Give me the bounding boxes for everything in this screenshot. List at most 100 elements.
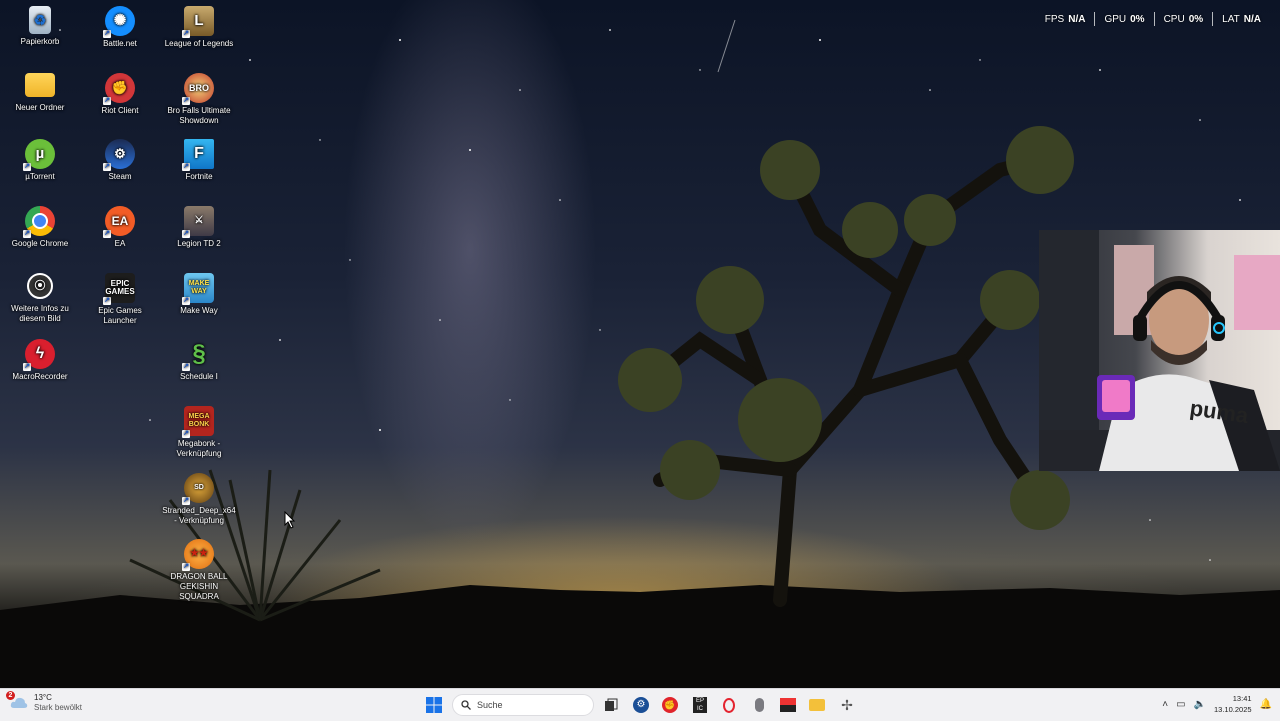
clock[interactable]: 13:41 13.10.2025 xyxy=(1214,693,1252,715)
dragon-ball-icon: ★★ ↗ xyxy=(182,539,214,571)
task-view-button[interactable] xyxy=(600,694,622,716)
desktop-icon-label: Battle.net xyxy=(103,39,137,48)
volume-icon[interactable]: 🔈 xyxy=(1194,699,1206,710)
desktop-icon-papierkorb[interactable]: ♻ Papierkorb xyxy=(1,6,79,47)
make-way-icon: MAKE WAY ↗ xyxy=(182,273,214,305)
search-box[interactable]: Suche xyxy=(452,694,594,716)
desktop-icon-label: Weitere Infos zu diesem Bild xyxy=(11,304,69,323)
clock-date: 13.10.2025 xyxy=(1214,705,1252,714)
taskbar-opera-gx[interactable] xyxy=(718,694,740,716)
fps-label: FPS xyxy=(1044,13,1065,25)
taskbar-steam[interactable]: ⚙ xyxy=(630,694,652,716)
taskbar: 2 13°C Stark bewölkt Suche ⚙ ✊ EP IC ✢ ˄… xyxy=(0,688,1280,721)
weather-widget[interactable]: 2 13°C Stark bewölkt xyxy=(6,691,82,713)
desktop-icon-neuer-ordner[interactable]: Neuer Ordner xyxy=(1,73,79,113)
desktop-icon-dragon-ball[interactable]: ★★ ↗ DRAGON BALL GEKISHIN SQUADRA xyxy=(160,539,238,602)
taskbar-fan-app[interactable]: ✢ xyxy=(836,694,858,716)
desktop-icon-battlenet[interactable]: ✺ ↗ Battle.net xyxy=(81,6,159,49)
desktop-icon-label: Riot Client xyxy=(101,106,139,115)
desktop-icon-label: Epic Games Launcher xyxy=(98,306,142,325)
search-icon xyxy=(461,700,471,710)
clock-time: 13:41 xyxy=(1232,694,1252,703)
desktop-icon-label: DRAGON BALL GEKISHIN SQUADRA xyxy=(170,572,228,601)
webcam-overlay: puma xyxy=(1039,230,1280,471)
megabonk-icon: MEGA BONK ↗ xyxy=(182,406,214,438)
stranded-deep-icon: SD ↗ xyxy=(182,473,214,505)
task-view-icon xyxy=(605,698,618,711)
desktop-icon-epic-games[interactable]: EPIC GAMES ↗ Epic Games Launcher xyxy=(81,273,159,326)
latency-label: LAT xyxy=(1222,13,1240,25)
epic-games-icon: EP IC xyxy=(693,697,707,713)
ea-icon: EA ↗ xyxy=(103,206,135,238)
steam-icon: ⚙ ↗ xyxy=(103,139,135,171)
desktop-icon-label: Papierkorb xyxy=(20,37,60,46)
start-button[interactable] xyxy=(423,694,445,716)
chevron-up-icon[interactable]: ˄ xyxy=(1162,699,1168,710)
notification-bell-icon[interactable]: 🔔 xyxy=(1260,699,1272,710)
opera-gx-icon xyxy=(723,697,735,713)
network-icon[interactable]: ▭ xyxy=(1176,699,1185,710)
performance-overlay: FPS N/A GPU 0% CPU 0% LAT N/A xyxy=(1036,12,1270,26)
folder-icon xyxy=(809,699,825,711)
battlenet-icon: ✺ ↗ xyxy=(103,6,135,38)
desktop-icon-utorrent[interactable]: µ ↗ µTorrent xyxy=(1,139,79,182)
desktop-icon-label: Google Chrome xyxy=(11,239,69,248)
epic-games-icon: EPIC GAMES ↗ xyxy=(103,273,135,305)
search-placeholder: Suche xyxy=(477,700,503,710)
desktop-icon-steam[interactable]: ⚙ ↗ Steam xyxy=(81,139,159,182)
camera-icon: ⦿ xyxy=(27,273,53,299)
taskbar-epic-games[interactable]: EP IC xyxy=(689,694,711,716)
latency-value: N/A xyxy=(1243,13,1261,25)
cpu-label: CPU xyxy=(1163,13,1185,25)
desktop-icon-label: League of Legends xyxy=(164,39,234,48)
desktop-icon-google-chrome[interactable]: ↗ Google Chrome xyxy=(1,206,79,249)
folder-icon xyxy=(25,73,55,97)
fortnite-icon: F ↗ xyxy=(182,139,214,171)
utorrent-icon: µ ↗ xyxy=(23,139,55,171)
league-of-legends-icon: L ↗ xyxy=(182,6,214,38)
desktop-icon-ea[interactable]: EA ↗ EA xyxy=(81,206,159,249)
desktop-icon-label: Make Way xyxy=(180,306,218,315)
desktop-icon-make-way[interactable]: MAKE WAY ↗ Make Way xyxy=(160,273,238,316)
desktop-icon-weitere-infos[interactable]: ⦿ Weitere Infos zu diesem Bild xyxy=(1,273,79,324)
system-tray: ˄ ▭ 🔈 13:41 13.10.2025 🔔 xyxy=(1162,693,1272,715)
desktop-icon-label: Fortnite xyxy=(185,172,213,181)
riot-client-icon: ✊ ↗ xyxy=(103,73,135,105)
desktop-icon-legion-td2[interactable]: ⚔ ↗ Legion TD 2 xyxy=(160,206,238,249)
taskbar-riot-client[interactable]: ✊ xyxy=(659,694,681,716)
taskbar-mouse-software[interactable] xyxy=(748,694,770,716)
desktop-icon-stranded-deep[interactable]: SD ↗ Stranded_Deep_x64 - Verknüpfung xyxy=(160,473,238,526)
riot-client-icon: ✊ xyxy=(662,697,678,713)
macrorecorder-icon: ϟ ↗ xyxy=(23,339,55,371)
stream-app-icon xyxy=(780,698,796,712)
bro-falls-icon: BRO ↗ xyxy=(182,73,214,105)
legion-td2-icon: ⚔ ↗ xyxy=(182,206,214,238)
gpu-label: GPU xyxy=(1104,13,1127,25)
gpu-value: 0% xyxy=(1130,13,1145,25)
desktop-icon-bro-falls[interactable]: BRO ↗ Bro Falls Ultimate Showdown xyxy=(160,73,238,126)
chrome-icon: ↗ xyxy=(23,206,55,238)
desktop-icon-label: Bro Falls Ultimate Showdown xyxy=(167,106,231,125)
desktop-icon-schedule-i[interactable]: § ↗ Schedule I xyxy=(160,339,238,382)
desktop-icon-fortnite[interactable]: F ↗ Fortnite xyxy=(160,139,238,182)
desktop-icon-league-of-legends[interactable]: L ↗ League of Legends xyxy=(160,6,238,49)
notification-badge: 2 xyxy=(6,691,15,700)
desktop-icon-label: Legion TD 2 xyxy=(177,239,221,248)
recycle-bin-icon: ♻ xyxy=(29,6,51,34)
mouse-cursor-icon xyxy=(284,511,296,529)
desktop-icon-macrorecorder[interactable]: ϟ ↗ MacroRecorder xyxy=(1,339,79,382)
cpu-value: 0% xyxy=(1188,13,1204,25)
fps-readout: FPS N/A xyxy=(1036,14,1095,25)
taskbar-file-explorer[interactable] xyxy=(806,694,828,716)
desktop-icon-label: EA xyxy=(114,239,126,248)
desktop-icon-label: Neuer Ordner xyxy=(15,103,65,112)
mouse-icon xyxy=(754,698,764,712)
gpu-readout: GPU 0% xyxy=(1095,14,1153,25)
taskbar-stream-app[interactable] xyxy=(777,694,799,716)
weather-temperature: 13°C xyxy=(34,693,52,702)
desktop-icon-riot-client[interactable]: ✊ ↗ Riot Client xyxy=(81,73,159,116)
latency-readout: LAT N/A xyxy=(1213,14,1270,25)
desktop-icon-label: Stranded_Deep_x64 - Verknüpfung xyxy=(162,506,236,525)
cloud-icon: 2 xyxy=(6,691,28,710)
desktop-icon-megabonk[interactable]: MEGA BONK ↗ Megabonk - Verknüpfung xyxy=(160,406,238,459)
